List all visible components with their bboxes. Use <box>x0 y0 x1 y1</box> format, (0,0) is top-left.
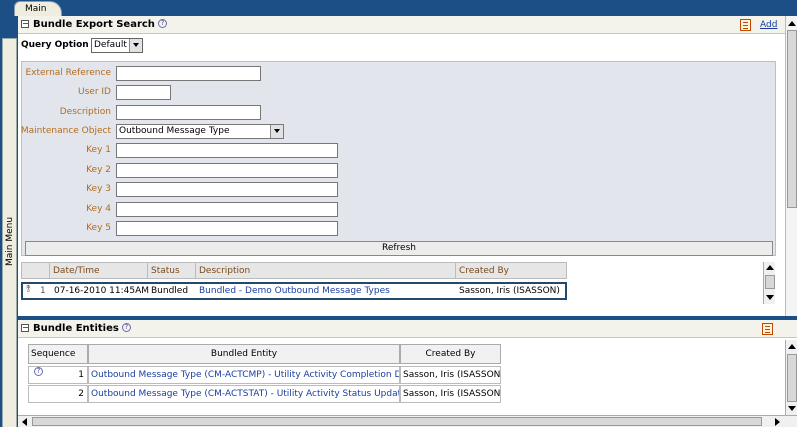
scroll-up-icon[interactable] <box>787 19 797 29</box>
bundle-export-search-section: − Bundle Export Search? Add Query Option… <box>18 16 797 316</box>
entity-sequence: 1 <box>28 366 88 384</box>
entity-created-by: Sasson, Iris (ISASSON) <box>400 385 501 403</box>
filter-panel: External Reference User ID Description M… <box>21 61 776 256</box>
key5-label: Key 5 <box>86 223 111 233</box>
maintenance-object-select[interactable]: Outbound Message Type <box>116 124 284 139</box>
help-icon[interactable]: ? <box>121 323 131 332</box>
description-input[interactable] <box>116 105 261 120</box>
add-link[interactable]: Add <box>760 20 777 30</box>
results-grid-header: Date/Time Status Description Created By <box>21 262 567 279</box>
list-icon[interactable] <box>762 323 773 335</box>
refresh-button[interactable]: Refresh <box>25 241 773 256</box>
description-label: Description <box>59 107 111 117</box>
results-scrollbar[interactable] <box>763 262 775 304</box>
query-option-label: Query Option <box>21 40 89 50</box>
key2-label: Key 2 <box>86 165 111 175</box>
user-id-input[interactable] <box>116 85 171 100</box>
row-pointer-icon: ⥉ <box>26 284 31 295</box>
collapse-icon[interactable]: − <box>21 20 29 28</box>
scroll-thumb[interactable] <box>787 30 797 208</box>
bundle-entities-grid: Sequence? Bundled Entity Created By 1 Ou… <box>28 344 502 404</box>
created-by-column-header[interactable]: Created By <box>456 263 566 279</box>
sequence-column-header[interactable]: Sequence? <box>28 344 88 376</box>
collapse-icon[interactable]: − <box>21 324 29 332</box>
main-menu-toggle[interactable]: Main Menu <box>2 38 17 427</box>
key4-input[interactable] <box>116 202 338 217</box>
scroll-down-icon[interactable] <box>765 292 775 302</box>
query-option-value: Default <box>94 40 127 50</box>
bundle-entities-section: − Bundle Entities? Sequence? Bundled Ent… <box>18 320 797 427</box>
scroll-right-icon[interactable] <box>772 417 782 427</box>
section-title: Bundle Entities? <box>33 323 131 334</box>
description-column-header[interactable]: Description <box>196 263 456 279</box>
list-icon[interactable] <box>740 19 751 31</box>
row-status: Bundled <box>151 286 189 296</box>
created-by-column-header[interactable]: Created By <box>400 344 501 364</box>
key5-input[interactable] <box>116 221 338 236</box>
row-datetime: 07-16-2010 11:45AM <box>54 286 150 296</box>
maintenance-object-label: Maintenance Object <box>20 126 111 136</box>
row-description-link[interactable]: Bundled - Demo Outbound Message Types <box>199 286 390 296</box>
key3-input[interactable] <box>116 182 338 197</box>
key1-label: Key 1 <box>86 145 111 155</box>
results-grid: Date/Time Status Description Created By … <box>21 262 567 302</box>
key1-input[interactable] <box>116 143 338 158</box>
help-icon[interactable]: ? <box>157 19 167 28</box>
section-header: − Bundle Entities? <box>18 320 797 338</box>
chevron-down-icon[interactable] <box>129 39 142 52</box>
maintenance-object-value: Outbound Message Type <box>119 126 230 136</box>
external-reference-label: External Reference <box>25 68 111 78</box>
chevron-down-icon[interactable] <box>270 125 283 138</box>
scroll-thumb[interactable] <box>32 417 762 426</box>
row-marker-header <box>22 263 50 279</box>
section-header: − Bundle Export Search? Add <box>18 16 797 34</box>
query-option-select[interactable]: Default <box>91 38 143 53</box>
row-index: 1 <box>40 286 46 296</box>
entity-created-by: Sasson, Iris (ISASSON) <box>400 366 501 384</box>
main-menu-label: Main Menu <box>5 216 15 266</box>
scroll-thumb[interactable] <box>787 354 797 402</box>
entity-link[interactable]: Outbound Message Type (CM-ACTSTAT) - Uti… <box>88 385 400 403</box>
entity-sequence: 2 <box>28 385 88 403</box>
user-id-label: User ID <box>78 87 111 97</box>
scroll-left-icon[interactable] <box>20 417 30 427</box>
row-created-by: Sasson, Iris (ISASSON) <box>459 286 560 296</box>
section-title: Bundle Export Search? <box>33 19 167 30</box>
datetime-column-header[interactable]: Date/Time <box>50 263 148 279</box>
bundled-entity-column-header[interactable]: Bundled Entity <box>88 344 400 364</box>
tab-main[interactable]: Main <box>14 1 62 16</box>
status-column-header[interactable]: Status <box>148 263 196 279</box>
table-row[interactable]: ⥉ 1 07-16-2010 11:45AM Bundled Bundled -… <box>21 282 567 300</box>
scroll-down-icon[interactable] <box>787 403 797 413</box>
scroll-up-icon[interactable] <box>787 342 797 352</box>
entities-scrollbar[interactable] <box>785 340 797 415</box>
tab-bar: Main <box>0 0 797 16</box>
key4-label: Key 4 <box>86 204 111 214</box>
external-reference-input[interactable] <box>116 66 261 81</box>
entity-link[interactable]: Outbound Message Type (CM-ACTCMP) - Util… <box>88 366 400 384</box>
horizontal-scrollbar[interactable] <box>18 415 797 427</box>
content-area: − Bundle Export Search? Add Query Option… <box>18 16 797 427</box>
scroll-thumb[interactable] <box>765 275 775 289</box>
key3-label: Key 3 <box>86 184 111 194</box>
page-scrollbar[interactable] <box>785 16 797 316</box>
key2-input[interactable] <box>116 163 338 178</box>
scroll-up-icon[interactable] <box>765 263 775 273</box>
